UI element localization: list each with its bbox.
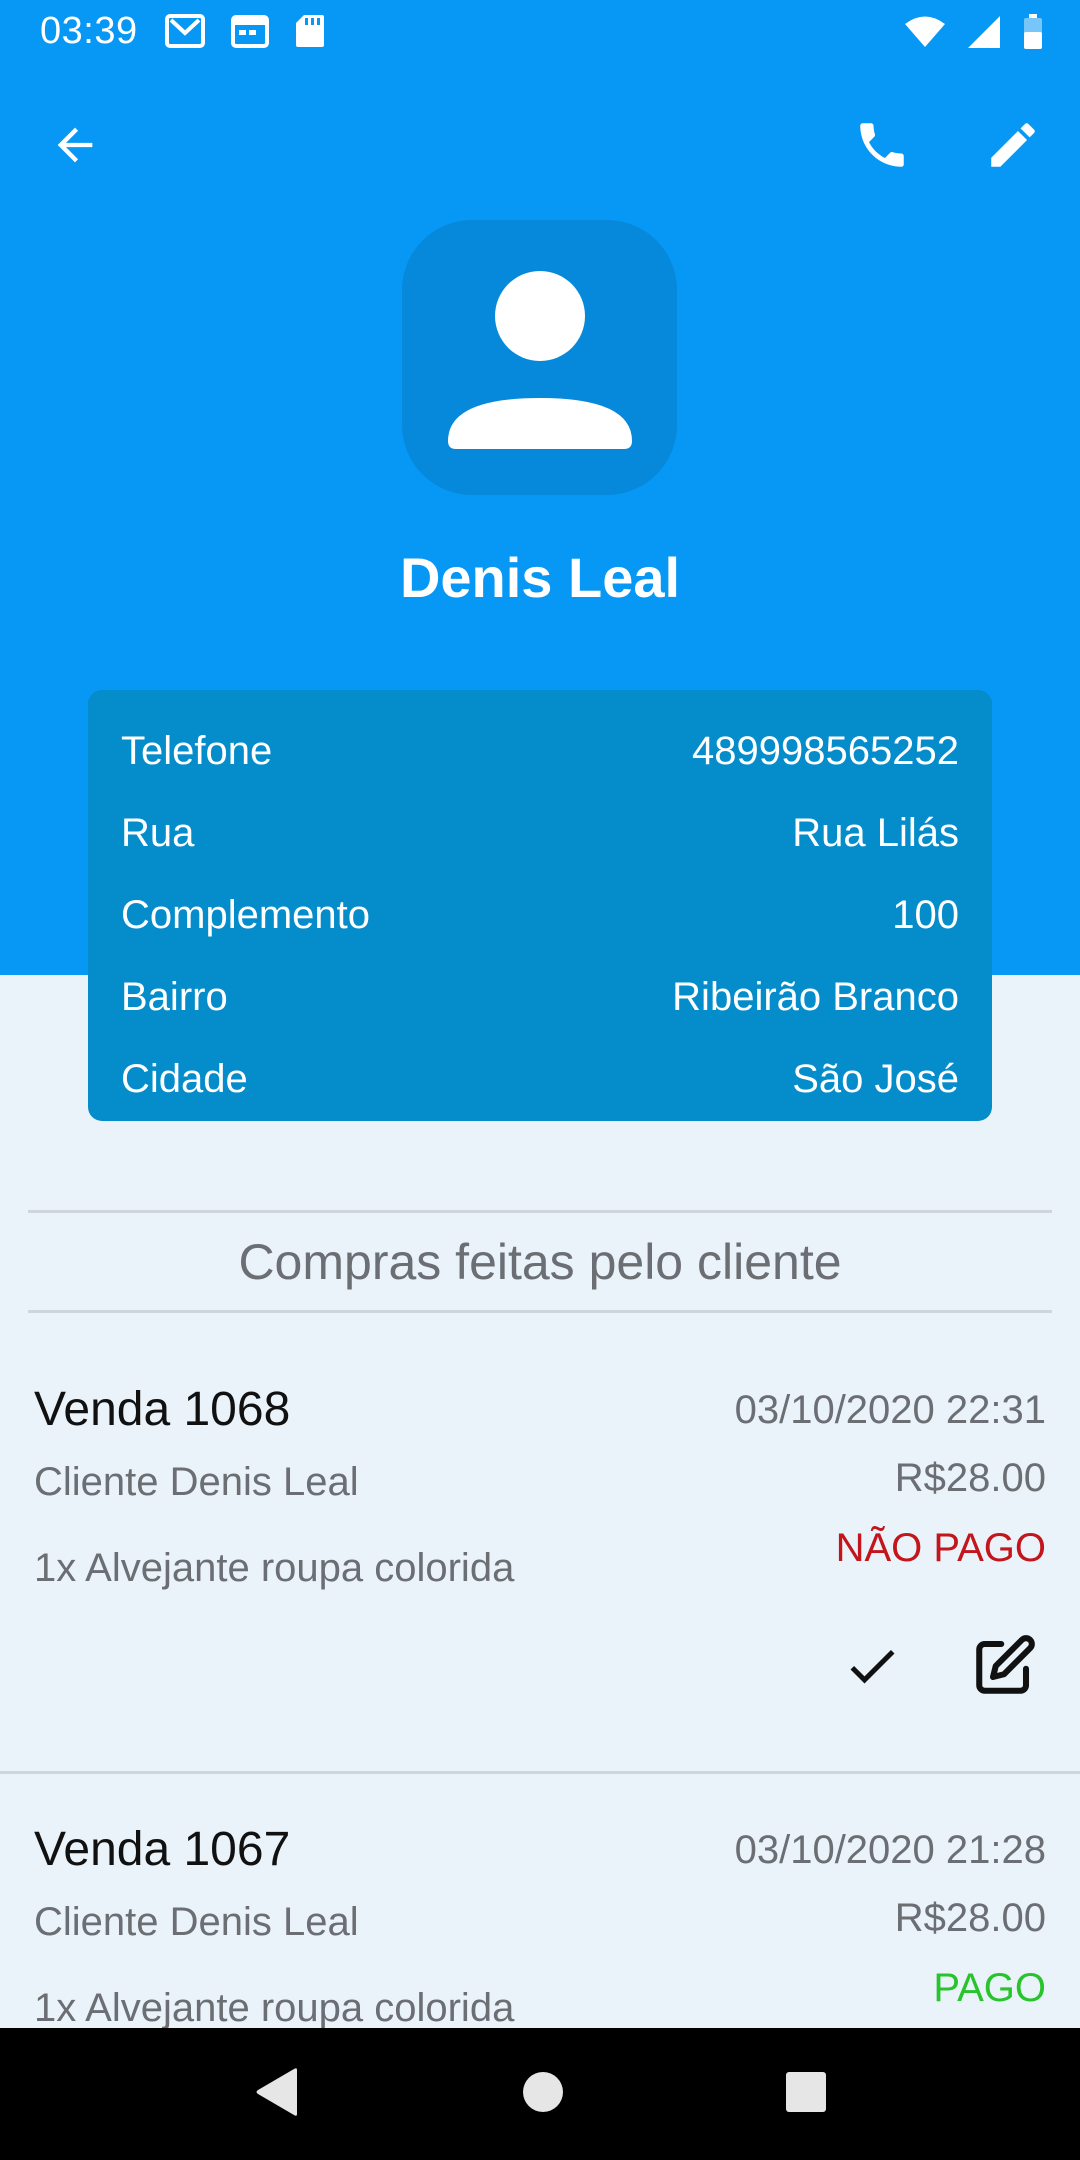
check-icon [850,1649,895,1684]
info-label: Complemento [121,892,371,937]
info-value: 489998565252 [692,728,959,773]
sale-client: Cliente Denis Leal [34,1900,359,1944]
call-button[interactable] [847,110,917,180]
client-info-card: Telefone 489998565252 Rua Rua Lilás Comp… [88,690,992,1121]
info-row-phone: Telefone 489998565252 [121,710,959,792]
gmail-icon [165,14,205,48]
info-row-complement: Complemento 100 [121,874,959,956]
info-label: Telefone [121,728,273,773]
info-label: Cidade [121,1056,248,1101]
nav-recents-button[interactable] [785,2071,827,2118]
wifi-icon [905,16,945,47]
status-time: 03:39 [40,10,138,52]
purchases-section-header: Compras feitas pelo cliente [28,1210,1052,1313]
info-label: Bairro [121,974,228,1019]
status-bar: 03:39 [0,0,1080,66]
sale-items: 1x Alvejante roupa colorida [34,1546,515,1590]
section-title: Compras feitas pelo cliente [238,1233,842,1290]
triangle-back-icon [256,2067,297,2116]
sale-actions [836,1630,1040,1702]
sale-amount: R$28.00 [894,1896,1046,1940]
back-button[interactable] [40,110,110,180]
sale-title: Venda 1068 [34,1383,291,1436]
sale-card[interactable]: Venda 1068 03/10/2020 22:31 Cliente Deni… [0,1360,1080,1774]
info-value: 100 [892,892,959,937]
nav-home-button[interactable] [521,2070,565,2119]
person-icon [447,270,632,449]
sale-card[interactable]: Venda 1067 03/10/2020 21:28 Cliente Deni… [0,1800,1080,2030]
info-value: Rua Lilás [792,810,959,855]
avatar [402,220,677,495]
edit-sale-button[interactable] [968,1630,1040,1702]
sale-status-badge: PAGO [933,1966,1046,2010]
signal-icon [968,16,1000,48]
battery-icon [1024,14,1042,49]
phone-icon [860,123,904,167]
info-value: Ribeirão Branco [672,974,959,1019]
sale-date: 03/10/2020 21:28 [734,1828,1046,1872]
system-icons [904,14,1044,50]
sale-title: Venda 1067 [34,1823,291,1876]
client-name: Denis Leal [399,546,681,609]
pencil-icon [991,123,1035,167]
info-row-street: Rua Rua Lilás [121,792,959,874]
sale-date: 03/10/2020 22:31 [734,1388,1046,1432]
info-label: Rua [121,810,195,855]
sale-client: Cliente Denis Leal [34,1460,359,1504]
circle-home-icon [523,2071,563,2112]
notification-icons [165,14,325,48]
info-row-city: Cidade São José [121,1038,959,1120]
square-recents-icon [786,2071,826,2112]
calendar-icon [231,15,269,48]
info-value: São José [792,1056,959,1101]
system-navigation-bar [0,2028,1080,2160]
sale-status-badge: NÃO PAGO [835,1526,1046,1570]
info-row-neighborhood: Bairro Ribeirão Branco [121,956,959,1038]
sd-card-icon [296,15,324,47]
edit-client-button[interactable] [978,110,1048,180]
arrow-back-icon [57,127,93,163]
mark-paid-button[interactable] [836,1630,908,1702]
edit-square-icon [976,1635,1035,1694]
sale-amount: R$28.00 [894,1456,1046,1500]
nav-back-button[interactable] [253,2067,301,2122]
sale-items: 1x Alvejante roupa colorida [34,1986,515,2030]
